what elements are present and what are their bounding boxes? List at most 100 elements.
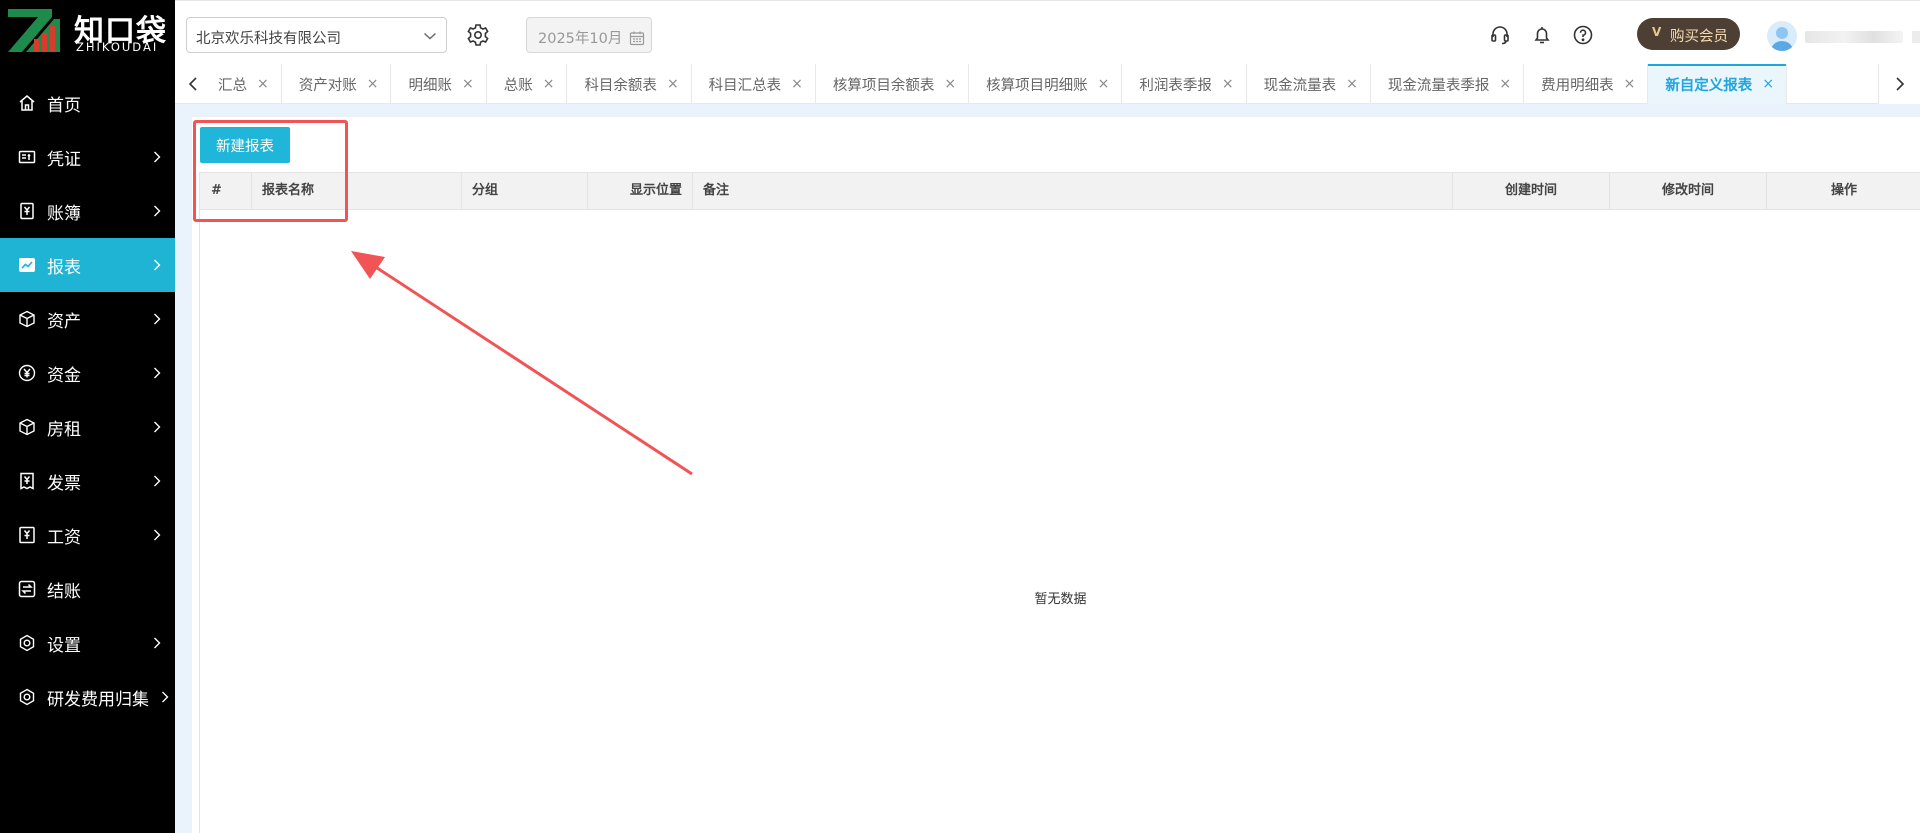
table-body: 暂无数据 xyxy=(199,210,1920,833)
tab-label: 汇总 xyxy=(218,77,247,94)
tab-label: 利润表季报 xyxy=(1139,77,1212,94)
tabs-scroll-right-button[interactable] xyxy=(1878,64,1920,104)
tab-label: 资产对账 xyxy=(298,77,357,94)
column-header-remark[interactable]: 备注 xyxy=(693,173,1453,209)
sidebar-item-salary[interactable]: 工资 xyxy=(0,508,175,562)
tab-detail-ledger[interactable]: 明细账 × xyxy=(391,64,487,104)
sidebar-item-settle[interactable]: 结账 xyxy=(0,562,175,616)
close-icon[interactable]: × xyxy=(944,76,956,92)
top-header: 北京欢乐科技有限公司 2025年10月 V 购买会员 xyxy=(175,0,1920,64)
tab-label: 核算项目明细账 xyxy=(986,77,1088,94)
table-header: # 报表名称 分组 显示位置 备注 创建时间 修改时间 操作 xyxy=(199,172,1920,210)
tab-cash-flow[interactable]: 现金流量表 × xyxy=(1247,64,1371,104)
tab-list: 汇总 × 资产对账 × 明细账 × 总账 × 科目余额表 × 科目汇总表 × 核算项目余额表… xyxy=(211,64,1788,104)
tab-label: 总账 xyxy=(503,77,533,94)
user-avatar-icon xyxy=(1771,27,1793,51)
close-icon[interactable]: × xyxy=(1098,76,1110,92)
ledger-icon xyxy=(18,202,36,220)
headset-icon[interactable] xyxy=(1489,24,1511,46)
close-icon[interactable]: × xyxy=(791,76,803,92)
close-icon[interactable]: × xyxy=(543,76,555,92)
sidebar: 知口袋 ZHIKOUDAI 首页 凭证 账簿 报表 资产 资金 房租 发票 工资… xyxy=(0,0,175,833)
tab-item-detail[interactable]: 核算项目明细账 × xyxy=(969,64,1123,104)
column-header-display-position[interactable]: 显示位置 xyxy=(588,173,693,209)
home-icon xyxy=(18,94,36,112)
sidebar-item-label: 资产 xyxy=(47,311,81,332)
tab-new-custom-report[interactable]: 新自定义报表 × xyxy=(1648,64,1788,104)
sidebar-item-home[interactable]: 首页 xyxy=(0,76,175,130)
sidebar-item-label: 凭证 xyxy=(47,149,81,170)
sidebar-item-ledger[interactable]: 账簿 xyxy=(0,184,175,238)
invoice-icon xyxy=(18,472,36,490)
user-name-redacted[interactable] xyxy=(1805,31,1903,43)
close-icon[interactable]: × xyxy=(367,76,379,92)
chevron-right-icon xyxy=(161,690,169,704)
chevron-right-icon xyxy=(153,474,161,488)
close-icon[interactable]: × xyxy=(1499,76,1511,92)
close-icon[interactable]: × xyxy=(1624,76,1636,92)
voucher-icon xyxy=(18,148,36,166)
salary-icon xyxy=(18,526,36,544)
tab-summary[interactable]: 汇总 × xyxy=(211,64,282,104)
tab-label: 核算项目余额表 xyxy=(832,77,935,94)
sidebar-item-funds[interactable]: 资金 xyxy=(0,346,175,400)
tab-account-summary[interactable]: 科目汇总表 × xyxy=(692,64,816,104)
gear-icon[interactable] xyxy=(466,23,490,47)
brand-name-en: ZHIKOUDAI xyxy=(76,40,159,54)
column-header-report-name[interactable]: 报表名称 xyxy=(252,173,462,209)
tabs-scroll-left-button[interactable] xyxy=(175,64,211,104)
chevron-right-icon xyxy=(153,366,161,380)
bell-icon[interactable] xyxy=(1531,24,1553,46)
sidebar-item-invoice[interactable]: 发票 xyxy=(0,454,175,508)
column-header-modified-at[interactable]: 修改时间 xyxy=(1610,173,1767,209)
brand-logo[interactable]: 知口袋 ZHIKOUDAI xyxy=(0,0,175,62)
close-icon[interactable]: × xyxy=(1762,76,1774,92)
column-header-actions[interactable]: 操作 xyxy=(1767,173,1920,209)
cube-icon xyxy=(18,310,36,328)
gear-icon xyxy=(18,634,36,652)
tab-label: 现金流量表季报 xyxy=(1387,77,1490,94)
sidebar-item-rent[interactable]: 房租 xyxy=(0,400,175,454)
tab-asset-reconcile[interactable]: 资产对账 × xyxy=(282,64,392,104)
sidebar-item-rnd-expense[interactable]: 研发费用归集 xyxy=(0,670,175,724)
sidebar-item-settings[interactable]: 设置 xyxy=(0,616,175,670)
tab-label: 费用明细表 xyxy=(1541,77,1614,94)
help-icon[interactable] xyxy=(1572,24,1594,46)
period-picker[interactable]: 2025年10月 xyxy=(526,17,652,53)
tab-item-balance[interactable]: 核算项目余额表 × xyxy=(816,64,970,104)
tab-cash-flow-quarterly[interactable]: 现金流量表季报 × xyxy=(1371,64,1525,104)
close-icon[interactable]: × xyxy=(462,76,474,92)
sidebar-item-label: 发票 xyxy=(47,473,81,494)
sidebar-item-assets[interactable]: 资产 xyxy=(0,292,175,346)
new-report-button[interactable]: 新建报表 xyxy=(200,127,290,163)
sidebar-item-label: 首页 xyxy=(47,95,81,116)
avatar[interactable] xyxy=(1767,21,1797,51)
company-select[interactable]: 北京欢乐科技有限公司 xyxy=(186,17,447,53)
buy-membership-button[interactable]: V 购买会员 xyxy=(1637,18,1740,50)
close-icon[interactable]: × xyxy=(667,76,679,92)
column-header-created-at[interactable]: 创建时间 xyxy=(1453,173,1610,209)
column-header-index[interactable]: # xyxy=(200,173,252,209)
chevron-right-icon xyxy=(153,204,161,218)
chevron-right-icon xyxy=(153,528,161,542)
settle-icon xyxy=(18,580,36,598)
sidebar-item-voucher[interactable]: 凭证 xyxy=(0,130,175,184)
tab-expense-detail[interactable]: 费用明细表 × xyxy=(1524,64,1649,104)
tab-profit-quarterly[interactable]: 利润表季报 × xyxy=(1122,64,1247,104)
tab-account-balance[interactable]: 科目余额表 × xyxy=(567,64,692,104)
tab-bar: 汇总 × 资产对账 × 明细账 × 总账 × 科目余额表 × 科目汇总表 × 核算项目余额表… xyxy=(175,64,1920,104)
sidebar-item-label: 资金 xyxy=(47,365,81,386)
sidebar-item-report[interactable]: 报表 xyxy=(0,238,175,292)
tab-label: 明细账 xyxy=(408,77,452,94)
close-icon[interactable]: × xyxy=(1222,76,1234,92)
close-icon[interactable]: × xyxy=(1346,76,1358,92)
tab-general-ledger[interactable]: 总账 × xyxy=(487,64,568,104)
column-header-group[interactable]: 分组 xyxy=(462,173,588,209)
sidebar-item-label: 房租 xyxy=(47,419,81,440)
tab-label: 科目汇总表 xyxy=(708,77,782,94)
close-icon[interactable]: × xyxy=(257,76,269,92)
chevron-left-icon xyxy=(188,77,197,91)
period-value: 2025年10月 xyxy=(538,31,623,47)
sidebar-item-label: 设置 xyxy=(47,635,81,656)
tab-label: 现金流量表 xyxy=(1263,77,1337,94)
